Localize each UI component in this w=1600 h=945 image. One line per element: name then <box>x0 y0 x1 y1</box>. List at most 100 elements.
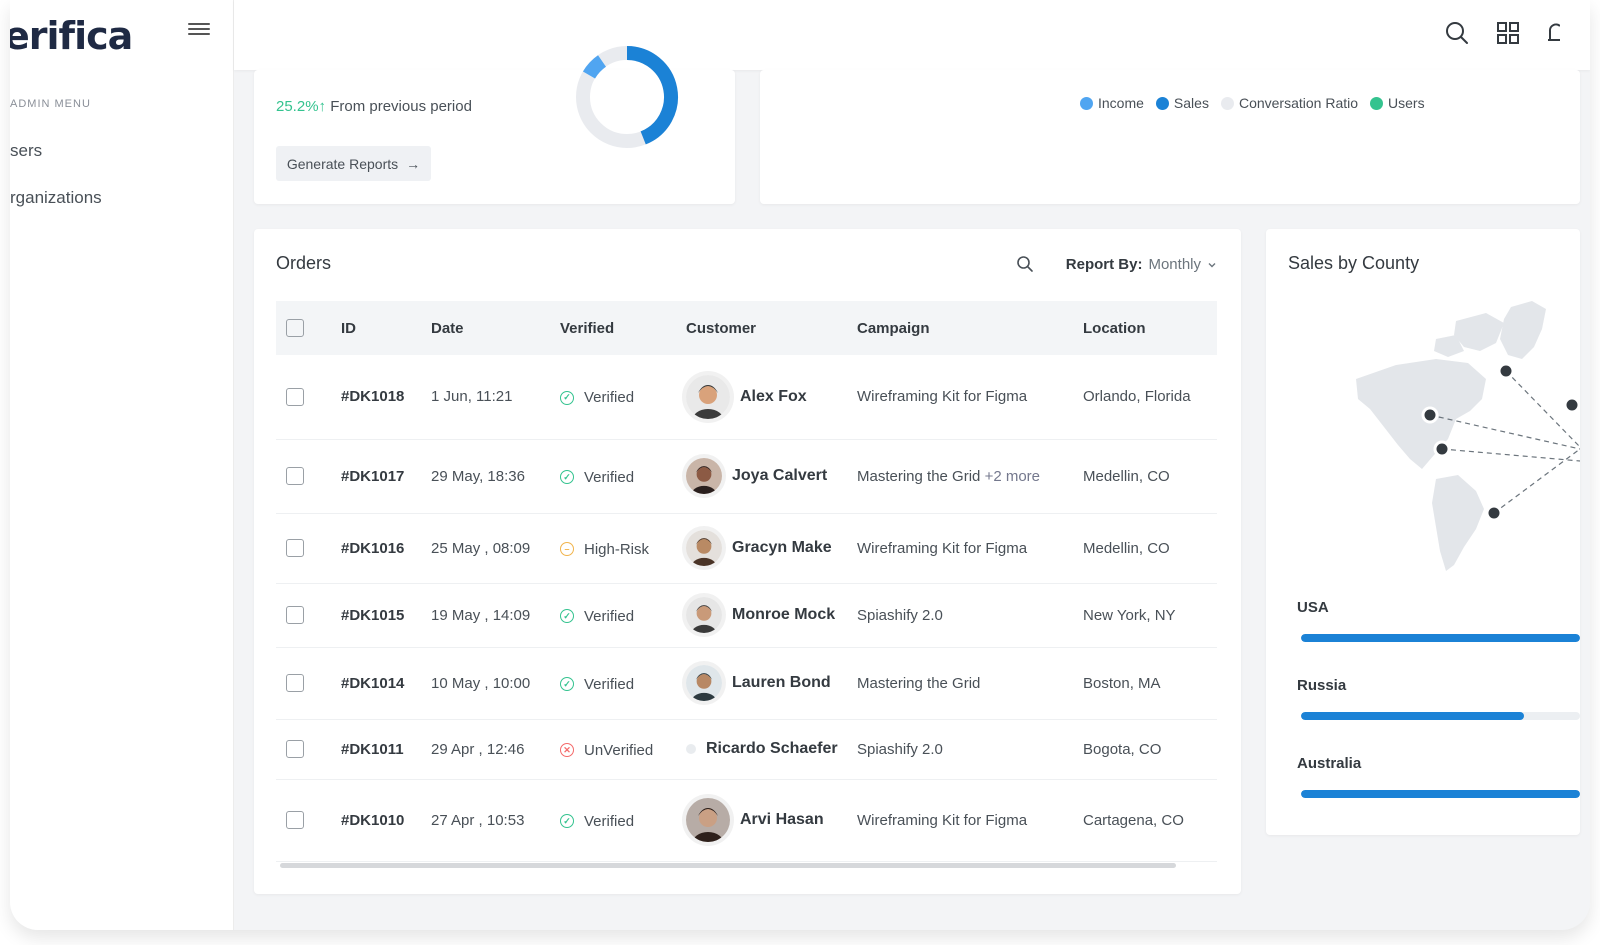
table-row[interactable]: #DK1018 1 Jun, 11:21 ✓ Verified Alex Fox… <box>276 355 1217 440</box>
campaign-more[interactable]: +2 more <box>985 468 1040 485</box>
order-status: – High-Risk <box>560 513 686 584</box>
legend-item-income[interactable]: Income <box>1080 95 1144 111</box>
order-id[interactable]: #DK1016 <box>341 513 431 584</box>
order-date: 29 May, 18:36 <box>431 439 560 514</box>
order-date: 27 Apr , 10:53 <box>431 779 560 862</box>
generate-reports-button[interactable]: Generate Reports → <box>276 146 431 181</box>
customer-name[interactable]: Joya Calvert <box>732 467 827 485</box>
campaign-name: Mastering the Grid <box>857 674 981 692</box>
order-location: Orlando, Florida <box>1083 355 1217 440</box>
row-checkbox[interactable] <box>286 740 304 759</box>
order-customer: Gracyn Make <box>686 513 857 584</box>
row-checkbox[interactable] <box>286 539 304 558</box>
growth-percent: 25.2% <box>276 98 319 115</box>
progress-fill <box>1301 634 1580 642</box>
table-row[interactable]: #DK1017 29 May, 18:36 ✓ Verified Joya Ca… <box>276 439 1217 514</box>
column-header[interactable]: ID <box>341 301 431 355</box>
order-id[interactable]: #DK1014 <box>341 647 431 720</box>
avatar-photo <box>686 458 722 494</box>
column-header[interactable]: Location <box>1083 301 1217 355</box>
order-id[interactable]: #DK1010 <box>341 779 431 862</box>
apps-grid-icon[interactable] <box>1495 20 1521 46</box>
country-label-russia: Russia <box>1297 677 1347 694</box>
order-id[interactable]: #DK1015 <box>341 583 431 648</box>
status-label: High-Risk <box>584 540 650 558</box>
row-checkbox[interactable] <box>286 674 304 693</box>
order-id[interactable]: #DK1017 <box>341 439 431 514</box>
table-row[interactable]: #DK1010 27 Apr , 10:53 ✓ Verified Arvi H… <box>276 779 1217 862</box>
notification-bell-icon[interactable] <box>1546 20 1560 46</box>
table-row[interactable]: #DK1011 29 Apr , 12:46 ✕ UnVerified Rica… <box>276 719 1217 780</box>
column-header[interactable]: Date <box>431 301 560 355</box>
legend-label: Sales <box>1173 95 1209 111</box>
map-marker[interactable] <box>1563 396 1580 414</box>
sidebar-item-organizations[interactable]: rganizations <box>10 188 102 208</box>
orders-title: Orders <box>276 253 332 273</box>
avatar-photo <box>686 665 722 701</box>
orders-search-icon[interactable] <box>1016 255 1034 273</box>
customer-name[interactable]: Gracyn Make <box>732 539 832 557</box>
brand-logo: erifica <box>10 14 133 58</box>
search-icon[interactable] <box>1444 20 1470 46</box>
donut-income-arc <box>582 55 607 79</box>
horizontal-scrollbar[interactable] <box>280 863 1176 868</box>
select-all-checkbox[interactable] <box>286 319 304 338</box>
row-checkbox[interactable] <box>286 467 304 486</box>
status-ok-icon: ✓ <box>560 677 574 691</box>
legend-item-users[interactable]: Users <box>1370 95 1425 111</box>
avatar <box>686 597 722 633</box>
table-row[interactable]: #DK1016 25 May , 08:09 – High-Risk Gracy… <box>276 513 1217 584</box>
order-date: 19 May , 14:09 <box>431 583 560 648</box>
row-checkbox[interactable] <box>286 387 304 406</box>
map-landmass <box>1356 301 1546 571</box>
legend-label: Conversation Ratio <box>1238 95 1359 111</box>
order-customer: Monroe Mock <box>686 583 857 648</box>
legend-item-sales[interactable]: Sales <box>1155 95 1209 111</box>
column-header[interactable]: Verified <box>560 301 686 355</box>
up-arrow-icon: ↑ <box>318 98 327 115</box>
map-marker[interactable] <box>1485 504 1503 522</box>
row-checkbox[interactable] <box>286 606 304 625</box>
report-by-dropdown[interactable]: Report By: Monthly <box>1066 256 1217 273</box>
order-customer: Ricardo Schaefer <box>686 719 857 780</box>
order-campaign: Wireframing Kit for Figma <box>857 355 1083 440</box>
table-row[interactable]: #DK1015 19 May , 14:09 ✓ Verified Monroe… <box>276 583 1217 648</box>
order-location: Boston, MA <box>1083 647 1217 720</box>
customer-name[interactable]: Arvi Hasan <box>740 811 824 829</box>
customer-name[interactable]: Monroe Mock <box>732 606 835 624</box>
avatar <box>686 798 730 842</box>
campaign-name: Wireframing Kit for Figma <box>857 811 1028 829</box>
avatar <box>686 530 722 566</box>
order-date: 1 Jun, 11:21 <box>431 355 560 440</box>
column-header[interactable]: Campaign <box>857 301 1083 355</box>
app-window: erifica ADMIN MENU sers rganizations 25.… <box>10 0 1590 930</box>
campaign-name: Mastering the Grid <box>857 467 981 485</box>
map-marker[interactable] <box>1421 406 1439 424</box>
table-row[interactable]: #DK1014 10 May , 10:00 ✓ Verified Lauren… <box>276 647 1217 720</box>
row-select-cell <box>276 513 341 584</box>
donut-sales-arc <box>626 46 678 145</box>
order-status: ✕ UnVerified <box>560 719 686 780</box>
legend-item-conversation-ratio[interactable]: Conversation Ratio <box>1220 95 1359 111</box>
column-header[interactable]: Customer <box>686 301 857 355</box>
legend-label: Income <box>1098 95 1144 111</box>
customer-name[interactable]: Ricardo Schaefer <box>706 740 838 758</box>
status-label: Verified <box>584 675 635 693</box>
order-status: ✓ Verified <box>560 647 686 720</box>
map-marker[interactable] <box>1497 362 1515 380</box>
hamburger-menu-icon[interactable] <box>188 20 210 42</box>
country-progress-russia <box>1301 712 1580 720</box>
order-id[interactable]: #DK1018 <box>341 355 431 440</box>
row-checkbox[interactable] <box>286 811 304 830</box>
order-date: 29 Apr , 12:46 <box>431 719 560 780</box>
map-marker[interactable] <box>1433 440 1451 458</box>
sidebar-item-users[interactable]: sers <box>10 141 42 161</box>
customer-name[interactable]: Lauren Bond <box>732 674 831 692</box>
legend-label: Users <box>1388 95 1425 111</box>
order-id[interactable]: #DK1011 <box>341 719 431 780</box>
status-ok-icon: ✓ <box>560 814 574 828</box>
row-select-cell <box>276 719 341 780</box>
country-progress-australia <box>1301 790 1580 798</box>
customer-name[interactable]: Alex Fox <box>740 388 807 406</box>
status-bad-icon: ✕ <box>560 743 574 757</box>
